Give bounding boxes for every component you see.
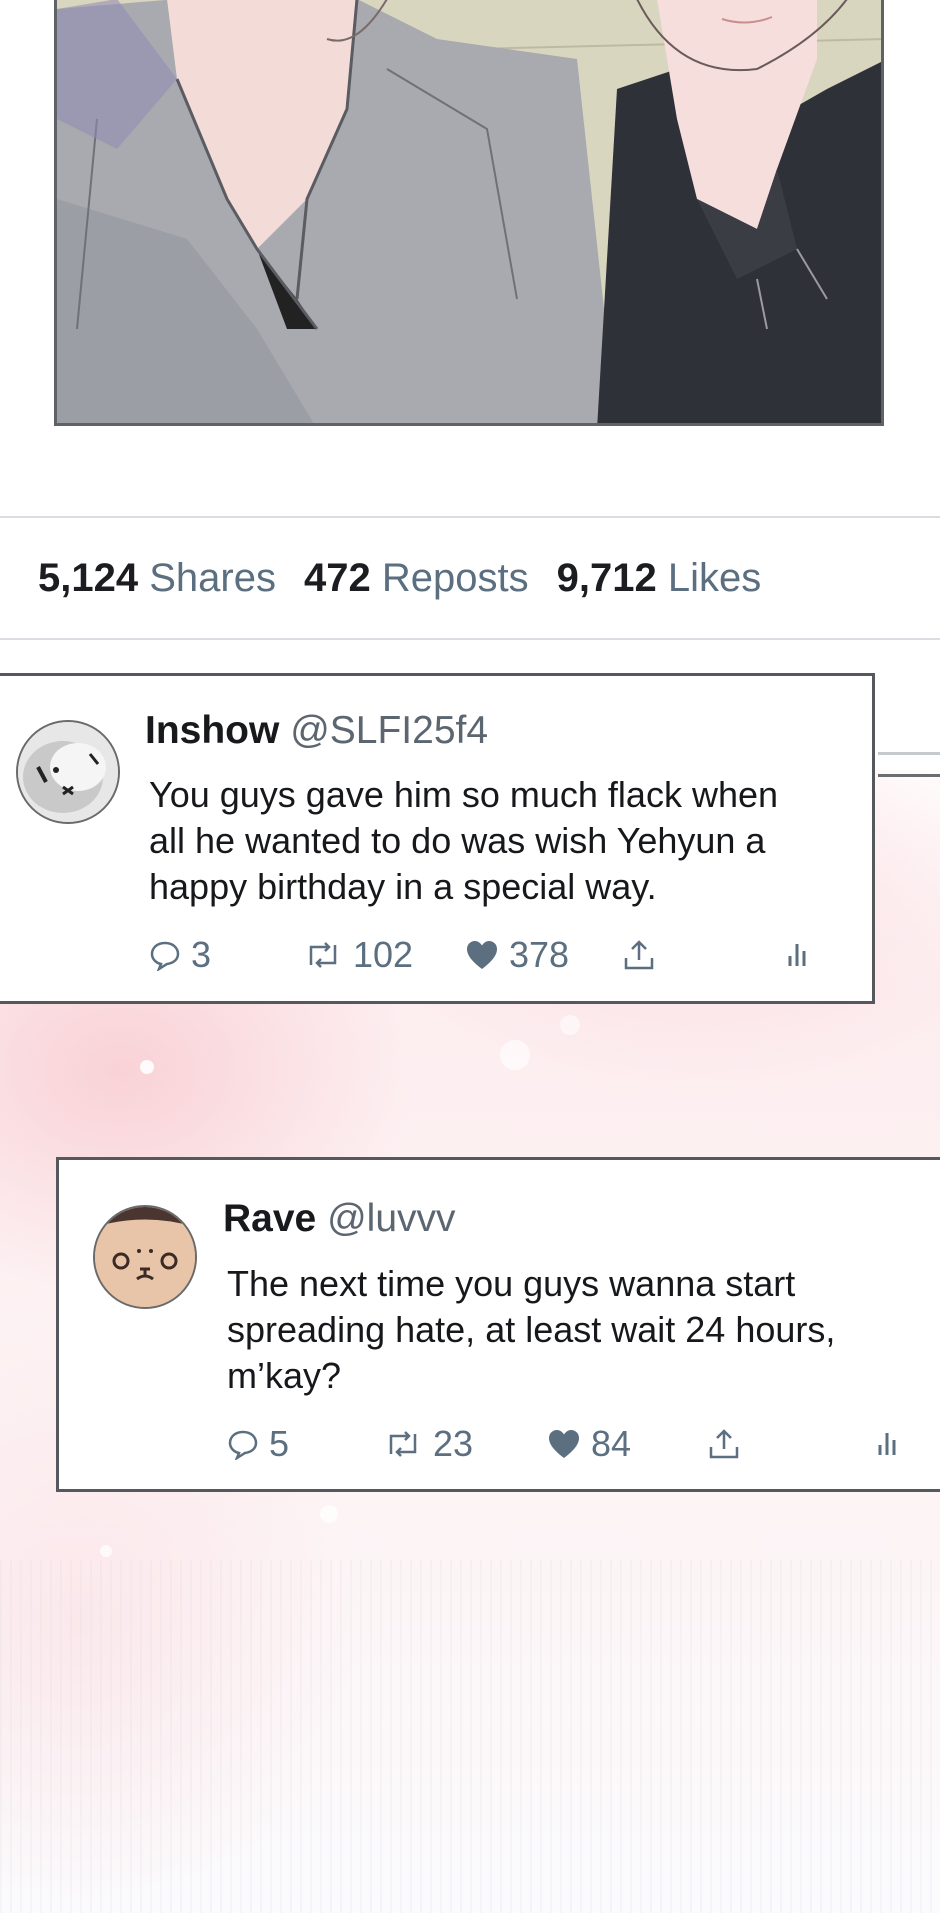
sparkle-decoration bbox=[320, 1505, 338, 1523]
reposts-label: Reposts bbox=[381, 555, 529, 600]
cat-avatar-icon bbox=[18, 722, 118, 822]
reply-button[interactable]: 5 bbox=[227, 1423, 289, 1465]
comment-actions: 3 102 378 bbox=[0, 933, 869, 977]
avatar[interactable] bbox=[93, 1205, 197, 1309]
like-count: 84 bbox=[591, 1423, 632, 1464]
likes-label: Likes bbox=[667, 555, 762, 600]
reply-button[interactable]: 3 bbox=[149, 934, 211, 976]
post-stats-bar: 5,124 Shares 472 Reposts 9,712 Likes bbox=[38, 548, 761, 608]
analytics-icon bbox=[878, 1433, 896, 1455]
repost-button[interactable]: 102 bbox=[303, 934, 413, 976]
share-button[interactable] bbox=[707, 1427, 741, 1461]
sparkle-decoration bbox=[500, 1040, 530, 1070]
reply-count: 5 bbox=[269, 1423, 290, 1464]
comment-header: Inshow @SLFI25f4 bbox=[145, 709, 488, 753]
author-name[interactable]: Rave bbox=[223, 1197, 316, 1240]
author-name[interactable]: Inshow bbox=[145, 709, 279, 752]
like-button[interactable]: 378 bbox=[465, 934, 569, 976]
like-button[interactable]: 84 bbox=[547, 1423, 631, 1465]
like-count: 378 bbox=[509, 934, 570, 975]
heart-icon bbox=[467, 941, 497, 969]
shares-label: Shares bbox=[149, 555, 276, 600]
avatar[interactable] bbox=[16, 720, 120, 824]
divider-top bbox=[0, 516, 940, 518]
reply-count: 3 bbox=[191, 934, 212, 975]
heart-icon bbox=[549, 1430, 579, 1458]
comment-text: The next time you guys wanna start sprea… bbox=[227, 1263, 836, 1396]
reposts-stat[interactable]: 472 Reposts bbox=[304, 556, 529, 601]
background-card-edge bbox=[878, 774, 940, 777]
likes-count: 9,712 bbox=[556, 555, 657, 600]
reply-icon bbox=[228, 1430, 258, 1460]
analytics-button[interactable] bbox=[877, 1429, 901, 1459]
analytics-icon bbox=[788, 944, 806, 966]
repost-count: 23 bbox=[433, 1423, 474, 1464]
comment-text: You guys gave him so much flack when all… bbox=[149, 774, 779, 907]
author-handle[interactable]: @SLFI25f4 bbox=[290, 709, 488, 752]
analytics-button[interactable] bbox=[787, 940, 811, 970]
repost-icon bbox=[389, 1431, 417, 1457]
likes-stat[interactable]: 9,712 Likes bbox=[557, 556, 762, 601]
comic-panel-illustration bbox=[54, 0, 884, 426]
background-card-edge bbox=[878, 752, 940, 755]
shares-count: 5,124 bbox=[38, 555, 139, 600]
share-icon bbox=[624, 940, 654, 970]
author-handle[interactable]: @luvvv bbox=[327, 1197, 455, 1240]
share-icon bbox=[709, 1429, 739, 1459]
comment-header: Rave @luvvv bbox=[223, 1197, 456, 1241]
repost-button[interactable]: 23 bbox=[383, 1423, 473, 1465]
share-button[interactable] bbox=[622, 938, 656, 972]
shares-stat[interactable]: 5,124 Shares bbox=[38, 556, 276, 601]
repost-icon bbox=[309, 942, 337, 968]
comment-card[interactable]: Inshow @SLFI25f4 You guys gave him so mu… bbox=[0, 673, 875, 1004]
sparkle-decoration bbox=[100, 1545, 112, 1557]
sparkle-decoration bbox=[560, 1015, 580, 1035]
speedline-background bbox=[0, 1560, 940, 1913]
comment-card[interactable]: Rave @luvvv The next time you guys wanna… bbox=[56, 1157, 940, 1492]
divider-bottom bbox=[0, 638, 940, 640]
illustration-art bbox=[57, 0, 881, 423]
sparkle-decoration bbox=[140, 1060, 154, 1074]
repost-count: 102 bbox=[353, 934, 414, 975]
reposts-count: 472 bbox=[303, 555, 371, 600]
reply-icon bbox=[150, 941, 180, 971]
comment-actions: 5 23 84 bbox=[59, 1422, 940, 1466]
dog-avatar-icon bbox=[95, 1207, 195, 1307]
